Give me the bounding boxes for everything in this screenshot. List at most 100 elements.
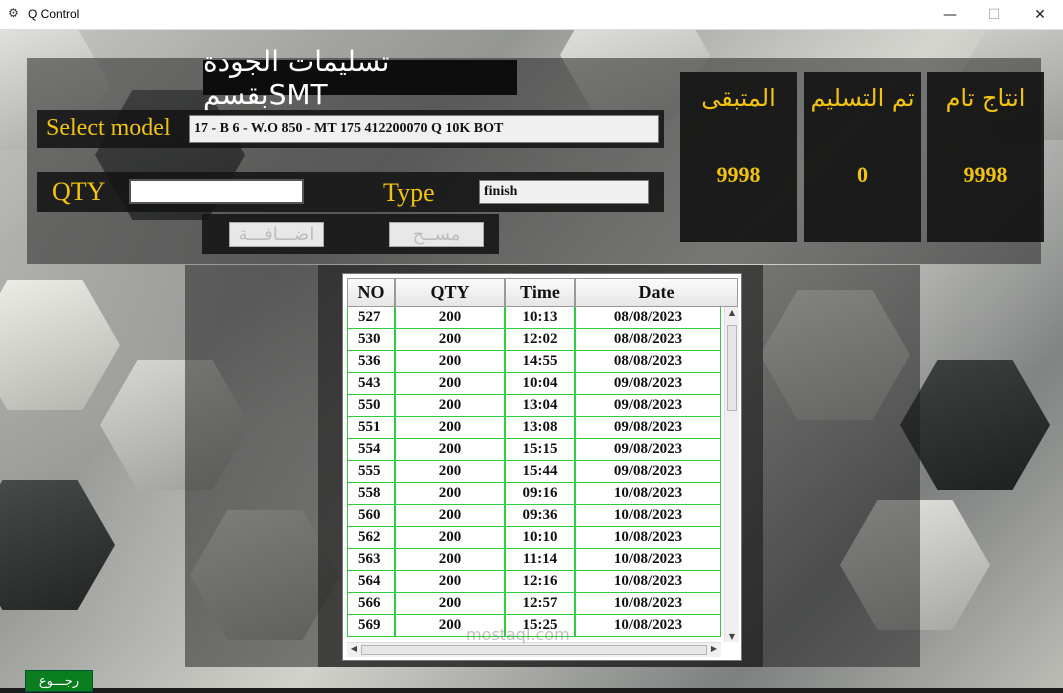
delete-button[interactable]: مســح [389, 222, 484, 247]
type-label: Type [383, 178, 435, 207]
table-row[interactable]: 550 200 13:04 09/08/2023 [347, 395, 721, 417]
cell-date: 10/08/2023 [575, 505, 721, 527]
cell-qty: 200 [395, 439, 505, 461]
produced-value: 9998 [963, 162, 1008, 187]
cell-no: 558 [347, 483, 395, 505]
select-model-label: Select model [46, 115, 171, 141]
cell-time: 11:14 [505, 549, 575, 571]
cell-no: 551 [347, 417, 395, 439]
close-button[interactable]: ✕ [1017, 0, 1063, 29]
cell-no: 560 [347, 505, 395, 527]
cell-time: 09:16 [505, 483, 575, 505]
scroll-down-icon[interactable]: ▼ [725, 632, 739, 641]
column-header-time[interactable]: Time [505, 278, 575, 307]
back-button[interactable]: رجـــوع [25, 670, 93, 692]
cell-no: 566 [347, 593, 395, 615]
add-button[interactable]: اضـــافـــة [229, 222, 324, 247]
background-hexagon [900, 360, 1050, 490]
table-row[interactable]: 551 200 13:08 09/08/2023 [347, 417, 721, 439]
cell-qty: 200 [395, 307, 505, 329]
qty-label: QTY [52, 177, 106, 206]
cell-qty: 200 [395, 395, 505, 417]
column-header-date[interactable]: Date [575, 278, 738, 307]
table-header: NO QTY Time Date [347, 278, 738, 307]
cell-time: 13:08 [505, 417, 575, 439]
scroll-up-icon[interactable]: ▲ [725, 308, 739, 317]
delivered-stat: تم التسليم 0 [804, 72, 921, 242]
maximize-button[interactable]: ☐ [971, 0, 1017, 29]
table-row[interactable]: 536 200 14:55 08/08/2023 [347, 351, 721, 373]
window-title: Q Control [28, 7, 80, 21]
table-body: 527 200 10:13 08/08/2023 530 200 12:02 08/08/2… [347, 307, 721, 637]
produced-label: انتاج تام [945, 84, 1026, 112]
watermark: mostaql.com [466, 625, 570, 644]
cell-qty: 200 [395, 373, 505, 395]
remaining-value: 9998 [716, 162, 761, 187]
cell-no: 554 [347, 439, 395, 461]
cell-qty: 200 [395, 483, 505, 505]
cell-date: 09/08/2023 [575, 417, 721, 439]
cell-date: 10/08/2023 [575, 527, 721, 549]
table-row[interactable]: 555 200 15:44 09/08/2023 [347, 461, 721, 483]
main-window: تسليمات الجودة بقسمSMT Select model 17 -… [0, 30, 1063, 693]
page-title: تسليمات الجودة بقسمSMT [203, 45, 517, 111]
cell-time: 10:10 [505, 527, 575, 549]
cell-qty: 200 [395, 417, 505, 439]
cell-time: 12:16 [505, 571, 575, 593]
column-header-no[interactable]: NO [347, 278, 395, 307]
table-row[interactable]: 558 200 09:16 10/08/2023 [347, 483, 721, 505]
table-row[interactable]: 527 200 10:13 08/08/2023 [347, 307, 721, 329]
scroll-right-icon[interactable]: ▶ [707, 644, 721, 653]
background-hexagon [0, 480, 115, 610]
horizontal-scrollbar[interactable]: ◀ ▶ [347, 642, 721, 657]
cell-date: 10/08/2023 [575, 571, 721, 593]
cell-date: 09/08/2023 [575, 395, 721, 417]
scroll-left-icon[interactable]: ◀ [347, 644, 361, 653]
table-row[interactable]: 560 200 09:36 10/08/2023 [347, 505, 721, 527]
cell-date: 10/08/2023 [575, 483, 721, 505]
qty-input[interactable] [129, 179, 304, 204]
cell-date: 10/08/2023 [575, 549, 721, 571]
cell-time: 13:04 [505, 395, 575, 417]
cell-time: 12:57 [505, 593, 575, 615]
vertical-scroll-thumb[interactable] [727, 325, 737, 411]
cell-no: 543 [347, 373, 395, 395]
cell-qty: 200 [395, 505, 505, 527]
cell-time: 15:15 [505, 439, 575, 461]
type-field[interactable]: finish [479, 180, 649, 204]
cell-date: 10/08/2023 [575, 593, 721, 615]
table-row[interactable]: 566 200 12:57 10/08/2023 [347, 593, 721, 615]
cell-time: 15:44 [505, 461, 575, 483]
cell-no: 569 [347, 615, 395, 637]
remaining-label: المتبقى [701, 84, 776, 112]
table-row[interactable]: 530 200 12:02 08/08/2023 [347, 329, 721, 351]
deliveries-table[interactable]: NO QTY Time Date 527 200 10:13 08/08/2023 5… [342, 273, 742, 661]
horizontal-scroll-thumb[interactable] [361, 645, 707, 655]
cell-no: 555 [347, 461, 395, 483]
remaining-stat: المتبقى 9998 [680, 72, 797, 242]
select-model-field[interactable]: 17 - B 6 - W.O 850 - MT 175 412200070 Q … [189, 115, 659, 143]
minimize-button[interactable]: — [927, 0, 973, 29]
table-row[interactable]: 554 200 15:15 09/08/2023 [347, 439, 721, 461]
table-row[interactable]: 563 200 11:14 10/08/2023 [347, 549, 721, 571]
cell-time: 10:13 [505, 307, 575, 329]
cell-date: 09/08/2023 [575, 461, 721, 483]
cell-no: 527 [347, 307, 395, 329]
cell-time: 12:02 [505, 329, 575, 351]
delivered-value: 0 [857, 162, 868, 187]
gear-icon: ⚙ [8, 6, 19, 20]
table-row[interactable]: 562 200 10:10 10/08/2023 [347, 527, 721, 549]
bottom-bar [0, 688, 1063, 693]
cell-qty: 200 [395, 571, 505, 593]
cell-qty: 200 [395, 461, 505, 483]
cell-date: 08/08/2023 [575, 329, 721, 351]
cell-time: 09:36 [505, 505, 575, 527]
cell-qty: 200 [395, 329, 505, 351]
table-row[interactable]: 543 200 10:04 09/08/2023 [347, 373, 721, 395]
cell-date: 10/08/2023 [575, 615, 721, 637]
column-header-qty[interactable]: QTY [395, 278, 505, 307]
vertical-scrollbar[interactable]: ▲ ▼ [724, 307, 739, 642]
cell-date: 08/08/2023 [575, 351, 721, 373]
cell-qty: 200 [395, 593, 505, 615]
table-row[interactable]: 564 200 12:16 10/08/2023 [347, 571, 721, 593]
